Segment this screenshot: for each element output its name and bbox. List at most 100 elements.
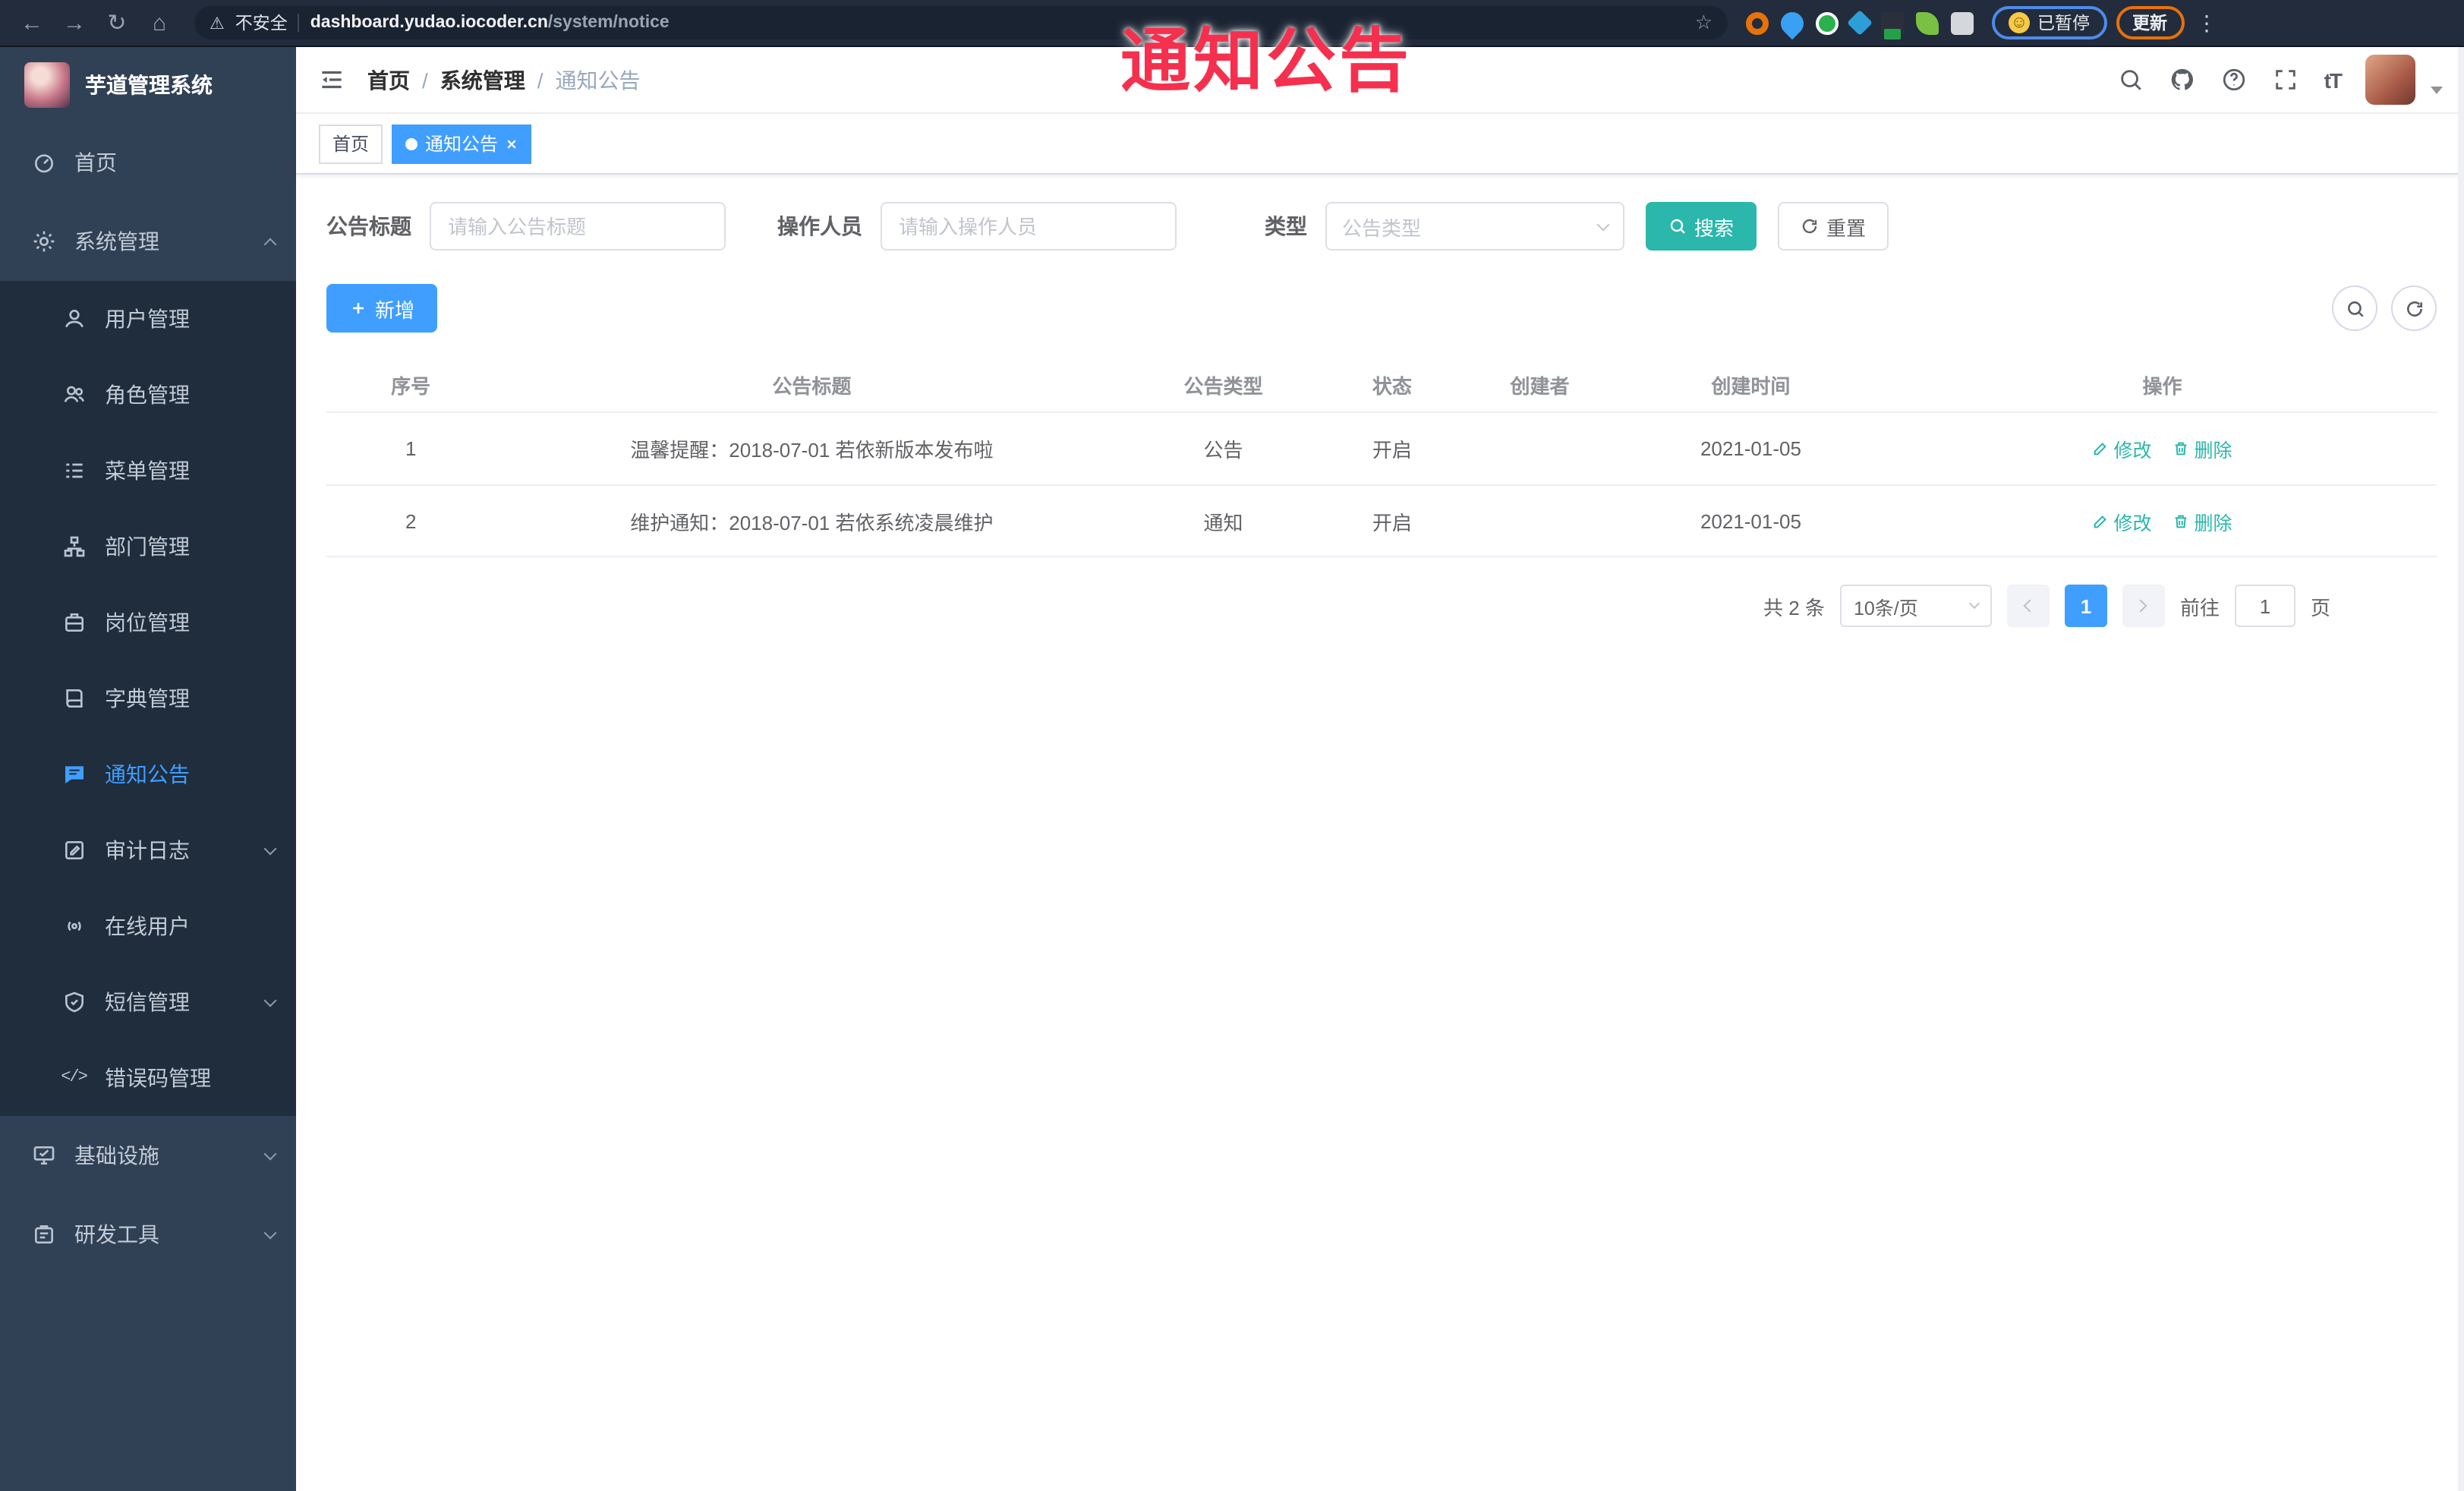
sidebar-item-infrastructure[interactable]: 基础设施 bbox=[0, 1116, 296, 1195]
sidebar-item-online-users[interactable]: 在线用户 bbox=[0, 888, 296, 964]
tag-home[interactable]: 首页 bbox=[319, 124, 383, 163]
bookmark-star-icon[interactable]: ☆ bbox=[1695, 11, 1713, 35]
search-icon[interactable] bbox=[2118, 66, 2145, 93]
sidebar-item-system-management[interactable]: 系统管理 bbox=[0, 202, 296, 281]
chevron-down-icon bbox=[1596, 217, 1610, 231]
sidebar-item-sms-management[interactable]: 短信管理 bbox=[0, 964, 296, 1040]
sidebar-item-dev-tools[interactable]: 研发工具 bbox=[0, 1195, 296, 1274]
browser-forward-icon[interactable]: → bbox=[58, 11, 91, 34]
refresh-table-button[interactable] bbox=[2391, 285, 2437, 331]
search-icon bbox=[1670, 219, 1685, 234]
goto-page-input[interactable] bbox=[2234, 585, 2295, 627]
breadcrumb-current: 通知公告 bbox=[555, 68, 641, 92]
sidebar-item-user-management[interactable]: 用户管理 bbox=[0, 281, 296, 357]
sidebar-item-error-code-management[interactable]: </> 错误码管理 bbox=[0, 1040, 296, 1116]
title-filter-label: 公告标题 bbox=[326, 214, 411, 238]
sidebar-item-home[interactable]: 首页 bbox=[0, 123, 296, 202]
delete-link[interactable]: 删除 bbox=[2173, 434, 2232, 463]
extension-icon[interactable] bbox=[1916, 11, 1939, 34]
breadcrumb-system[interactable]: 系统管理 bbox=[440, 65, 525, 95]
add-button[interactable]: 新增 bbox=[326, 284, 438, 333]
dashboard-icon bbox=[30, 150, 56, 175]
chevron-left-icon bbox=[2024, 599, 2037, 613]
update-label: 更新 bbox=[2132, 15, 2167, 33]
delete-link[interactable]: 删除 bbox=[2173, 506, 2232, 535]
fullscreen-icon[interactable] bbox=[2273, 66, 2300, 93]
browser-home-icon[interactable]: ⌂ bbox=[143, 11, 176, 34]
browser-reload-icon[interactable]: ↻ bbox=[100, 11, 134, 34]
chevron-down-icon bbox=[1968, 597, 1980, 610]
sidebar-item-label: 用户管理 bbox=[105, 307, 190, 331]
org-tree-icon bbox=[61, 534, 87, 560]
screen: ← → ↻ ⌂ ⚠ 不安全 dashboard.yudao.iocoder.cn… bbox=[0, 0, 2464, 1491]
breadcrumb-home[interactable]: 首页 bbox=[367, 65, 410, 95]
page-number-active[interactable]: 1 bbox=[2064, 585, 2107, 627]
github-icon[interactable] bbox=[2169, 66, 2197, 93]
scrollbar[interactable] bbox=[2458, 47, 2464, 1491]
gear-icon bbox=[30, 229, 56, 254]
sidebar-item-dept-management[interactable]: 部门管理 bbox=[0, 509, 296, 585]
add-button-label: 新增 bbox=[375, 298, 415, 321]
title-filter-input[interactable] bbox=[430, 202, 726, 251]
browser-update-button[interactable]: 更新 bbox=[2116, 6, 2184, 39]
font-size-icon[interactable]: tT bbox=[2324, 68, 2343, 92]
help-icon[interactable] bbox=[2221, 66, 2248, 93]
chevron-up-icon bbox=[263, 238, 277, 251]
caret-down-icon[interactable] bbox=[2431, 87, 2443, 94]
col-time: 创建时间 bbox=[1711, 374, 1791, 397]
chevron-down-icon bbox=[263, 993, 277, 1007]
type-filter-select[interactable]: 公告类型 bbox=[1325, 202, 1624, 251]
trash-icon bbox=[2176, 514, 2187, 528]
page-size-select[interactable]: 10条/页 bbox=[1839, 585, 1992, 627]
extension-icon[interactable] bbox=[1816, 11, 1839, 34]
cell-operations: 修改 删除 bbox=[1888, 506, 2437, 535]
sidebar-item-menu-management[interactable]: 菜单管理 bbox=[0, 433, 296, 509]
sidebar-item-audit-log[interactable]: 审计日志 bbox=[0, 812, 296, 888]
col-status: 状态 bbox=[1372, 374, 1412, 397]
edit-link[interactable]: 修改 bbox=[2092, 506, 2152, 535]
type-filter-label: 类型 bbox=[1265, 214, 1307, 238]
page-url: dashboard.yudao.iocoder.cn/system/notice bbox=[310, 14, 670, 32]
extension-icon[interactable] bbox=[1776, 6, 1809, 39]
cell-operations: 修改 删除 bbox=[1888, 434, 2437, 463]
chevron-right-icon bbox=[2135, 599, 2148, 613]
sidebar-item-dict-management[interactable]: 字典管理 bbox=[0, 660, 296, 736]
table-toolbar: 新增 bbox=[326, 284, 2437, 333]
extension-icon[interactable] bbox=[1881, 11, 1904, 39]
chevron-down-icon bbox=[263, 1225, 277, 1239]
reset-button[interactable]: 重置 bbox=[1778, 202, 1889, 251]
browser-back-icon[interactable]: ← bbox=[15, 11, 49, 34]
url-host: dashboard.yudao.iocoder.cn bbox=[310, 14, 548, 32]
tag-notice[interactable]: 通知公告 bbox=[392, 124, 532, 163]
system-submenu: 用户管理 角色管理 菜单管理 部门管理 岗位管理 字典管理 通知公告 审计日志 … bbox=[0, 281, 296, 1116]
app-logo-row[interactable]: 芋道管理系统 bbox=[0, 47, 296, 123]
user-avatar[interactable] bbox=[2365, 55, 2415, 105]
operator-filter-input[interactable] bbox=[881, 202, 1177, 251]
col-type: 公告类型 bbox=[1183, 374, 1263, 397]
edit-link[interactable]: 修改 bbox=[2092, 434, 2152, 463]
active-dot bbox=[405, 137, 418, 150]
sidebar-item-label: 部门管理 bbox=[105, 534, 190, 559]
browser-menu-icon[interactable]: ⋮ bbox=[2196, 10, 2217, 36]
search-button[interactable]: 搜索 bbox=[1646, 202, 1757, 251]
sidebar-item-role-management[interactable]: 角色管理 bbox=[0, 357, 296, 433]
browser-profile-chip[interactable]: ☺ 已暂停 bbox=[1992, 6, 2106, 39]
refresh-icon bbox=[2406, 301, 2421, 316]
extension-icon[interactable] bbox=[1847, 10, 1873, 36]
next-page-button[interactable] bbox=[2122, 585, 2165, 627]
pagination: 共 2 条 10条/页 1 前往 页 bbox=[326, 585, 2437, 627]
user-icon bbox=[61, 306, 87, 332]
security-label[interactable]: 不安全 bbox=[235, 11, 288, 35]
address-bar[interactable]: ⚠ 不安全 dashboard.yudao.iocoder.cn/system/… bbox=[194, 6, 1728, 39]
extensions-puzzle-icon[interactable] bbox=[1951, 11, 1974, 34]
security-warning-icon: ⚠ bbox=[210, 14, 225, 33]
collapse-sidebar-icon[interactable] bbox=[317, 65, 346, 94]
extension-icon[interactable] bbox=[1746, 11, 1769, 34]
sidebar-item-post-management[interactable]: 岗位管理 bbox=[0, 585, 296, 660]
toggle-search-button[interactable] bbox=[2332, 285, 2377, 331]
cell-create-time: 2021-01-05 bbox=[1700, 437, 1801, 460]
app-logo bbox=[24, 62, 70, 108]
close-icon[interactable] bbox=[506, 137, 518, 150]
prev-page-button[interactable] bbox=[2006, 585, 2050, 627]
sidebar-item-notice-announcement[interactable]: 通知公告 bbox=[0, 736, 296, 812]
